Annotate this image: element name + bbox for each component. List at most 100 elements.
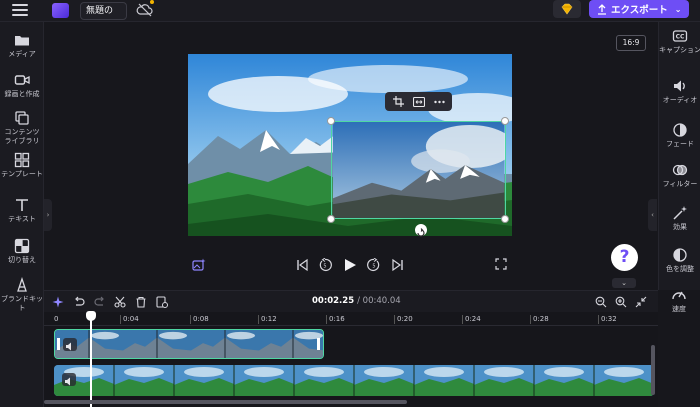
svg-text:CC: CC [676,34,685,41]
crop-icon[interactable] [392,96,404,107]
ruler-tick: 0:24 [465,315,481,323]
menu-icon[interactable] [12,4,28,18]
color-adjust-icon [673,248,687,262]
overlay-video-clip[interactable] [54,329,324,359]
ruler-tick: 0:12 [261,315,277,323]
trim-handle-right[interactable] [317,338,320,350]
rotate-icon [417,228,425,237]
sidebar-label: フェード [666,140,694,148]
resize-handle-bottom-left[interactable] [327,215,335,223]
audio-icon [674,80,685,92]
clip-audio-toggle[interactable] [63,338,77,351]
app-logo [52,3,69,18]
sidebar-item-captions[interactable]: CC キャプション [659,28,700,55]
ruler-tick: 0:16 [329,315,345,323]
aspect-ratio-button[interactable]: 16:9 [616,35,646,51]
sidebar-item-color-adjust[interactable]: 色を調整 [659,247,700,274]
play-icon[interactable] [343,258,357,272]
transitions-icon [14,238,30,254]
timeline-ruler[interactable]: 0 0:04 0:08 0:12 0:16 0:20 0:24 0:28 0:3… [44,312,658,326]
diamond-icon [561,3,573,15]
content-library-icon [15,111,29,125]
skip-forward-icon[interactable] [392,258,404,272]
cloud-sync-off-icon[interactable] [136,2,154,18]
redo-icon[interactable] [94,296,106,308]
rotate-handle[interactable] [415,224,427,237]
trash-icon[interactable] [135,296,147,308]
folder-icon [15,36,29,46]
ruler-tick-line [326,315,327,324]
skip-back-icon[interactable] [296,258,308,272]
sidebar-label: コンテンツ ライブラリ [4,128,40,145]
sync-status-dot [150,0,154,4]
forward-5s-icon[interactable]: 5 [367,258,381,272]
project-title-input[interactable]: 無題の [80,2,127,20]
clip-audio-toggle[interactable] [62,373,76,386]
timecode: 00:02.25 / 00:40.04 [312,296,401,306]
timeline[interactable]: 0 0:04 0:08 0:12 0:16 0:20 0:24 0:28 0:3… [44,312,658,407]
fullscreen-icon[interactable] [495,258,507,270]
ruler-tick-line [598,315,599,324]
timeline-horizontal-scrollbar[interactable] [44,400,407,404]
sidebar-item-brand-kit[interactable]: ブランドキット [0,277,44,313]
help-button[interactable]: ? [611,244,638,271]
sidebar-label: キャプション [659,46,700,54]
rewind-5s-icon[interactable]: 5 [318,258,332,272]
resize-handle-bottom-right[interactable] [501,215,509,223]
brand-kit-icon [17,277,27,292]
timeline-toolbar: 00:02.25 / 00:40.04 [44,290,658,312]
sidebar-item-text[interactable]: テキスト [0,197,44,224]
fit-icon[interactable] [412,96,425,107]
sidebar-label: ブランドキット [1,295,43,312]
clip-thumbnails [55,330,323,358]
overlay-clip-preview[interactable] [331,121,506,219]
sidebar-label: 色を調整 [666,265,694,273]
total-time: / 00:40.04 [357,296,401,306]
left-sidebar: メディア 録画と作成 コンテンツ ライブラリ テンプレート テキスト 切り替え … [0,22,44,407]
ai-image-icon[interactable] [192,258,206,272]
left-panel-expand-handle[interactable]: › [44,199,52,231]
sidebar-item-speed[interactable]: 速度 [658,287,700,314]
undo-icon[interactable] [73,296,85,308]
text-icon [16,199,28,211]
clip-thumbnails [54,365,654,396]
playhead[interactable] [90,311,92,407]
chevron-down-icon: ⌄ [674,4,682,14]
sidebar-item-audio[interactable]: オーディオ [659,78,700,105]
ruler-tick-line [120,315,121,324]
sidebar-item-filters[interactable]: フィルター [659,162,700,189]
sidebar-label: オーディオ [662,96,698,104]
zoom-out-icon[interactable] [595,296,607,308]
premium-button[interactable] [553,0,581,18]
magic-sparkle-icon[interactable] [52,296,64,308]
resize-handle-top-right[interactable] [501,117,509,125]
sidebar-item-record[interactable]: 録画と作成 [0,72,44,99]
chevron-down-icon[interactable]: ⌄ [612,278,636,288]
current-time: 00:02.25 [312,296,355,306]
resize-handle-top-left[interactable] [327,117,335,125]
ruler-tick: 0:04 [123,315,139,323]
playhead-handle[interactable] [86,311,96,321]
ruler-tick-line [190,315,191,324]
filter-icon [672,164,688,176]
export-button[interactable]: エクスポート ⌄ [589,0,689,18]
trim-handle-left[interactable] [57,338,60,350]
timeline-vertical-scrollbar[interactable] [651,345,655,395]
fit-timeline-icon[interactable] [635,296,647,308]
right-sidebar: CC キャプション オーディオ フェード フィルター 効果 色を調整 [658,22,700,290]
sidebar-item-content-library[interactable]: コンテンツ ライブラリ [0,110,44,146]
scissors-icon[interactable] [114,296,126,308]
sidebar-item-fade[interactable]: フェード [659,122,700,149]
more-options-icon[interactable] [433,100,445,104]
sidebar-item-media[interactable]: メディア [0,32,44,59]
main-video-clip[interactable] [54,365,654,396]
speaker-icon [65,377,70,386]
sidebar-item-effects[interactable]: 効果 [659,205,700,232]
export-label: エクスポート [611,5,668,16]
app-window: 無題の エクスポート ⌄ メディア 録画と作成 コンテンツ ライブラリ テンプレ… [0,0,700,407]
right-panel-expand-handle[interactable]: ‹ [648,199,657,231]
zoom-in-icon[interactable] [615,296,627,308]
sidebar-item-templates[interactable]: テンプレート [0,152,44,179]
add-media-icon[interactable] [156,296,168,308]
sidebar-label: 録画と作成 [4,90,40,98]
